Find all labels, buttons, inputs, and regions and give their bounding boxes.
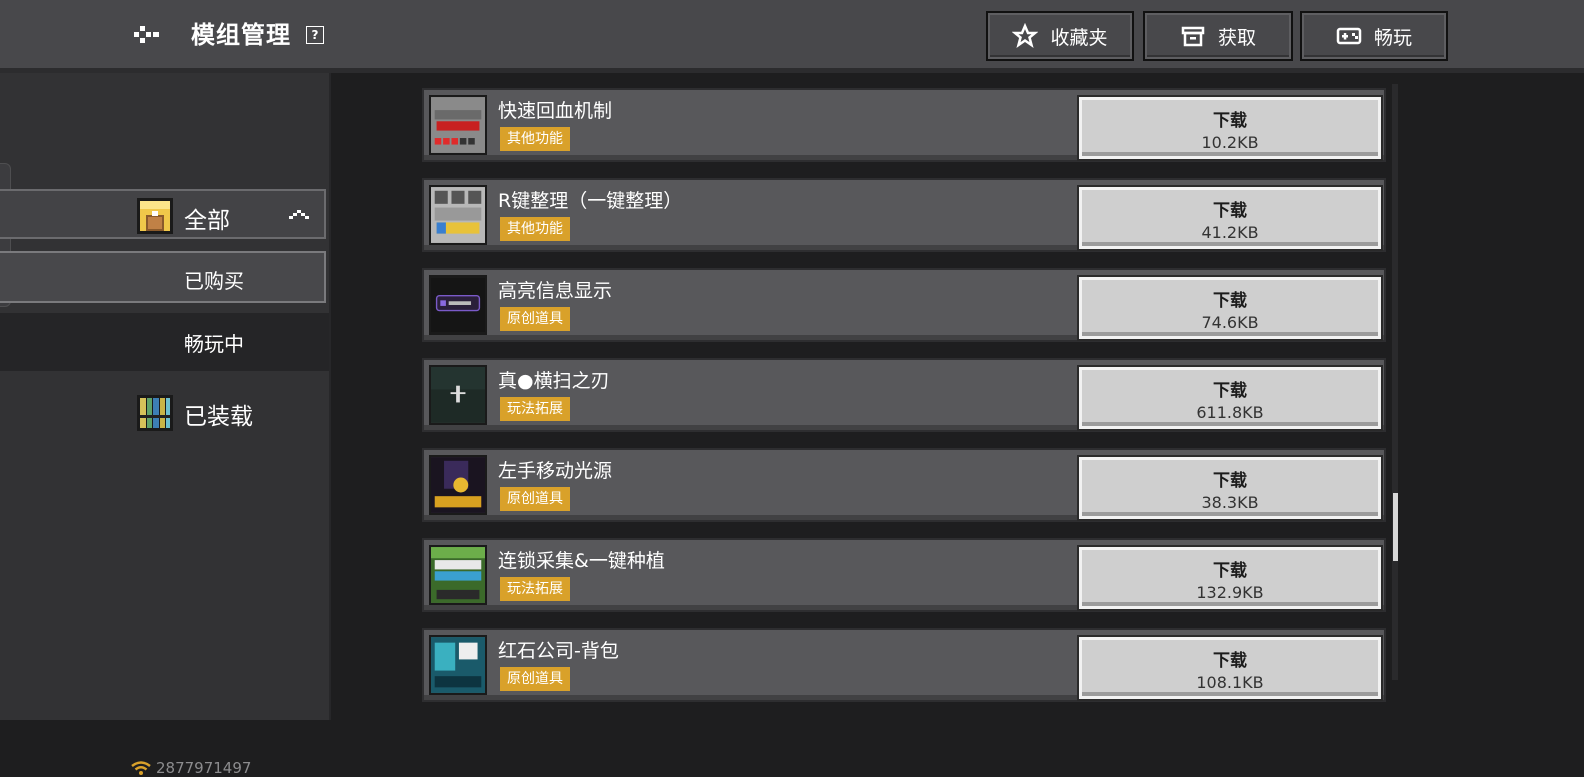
sidebar-item-bought[interactable]: 已购买 — [0, 251, 326, 303]
download-button[interactable]: 下载 132.9KB — [1077, 545, 1383, 611]
gamepad-icon — [1336, 27, 1362, 45]
chest-icon — [137, 198, 173, 234]
page-title: 模组管理 — [191, 21, 291, 49]
list-item[interactable]: R键整理（一键整理） 其他功能 下载 41.2KB — [422, 178, 1386, 252]
category-sidebar: 全部 已购买 畅玩中 已装载 2877971497 — [0, 73, 331, 777]
top-bar: 模组管理 ? 收藏夹 获取 畅玩 — [0, 0, 1584, 73]
get-label: 获取 — [1217, 26, 1256, 49]
list-item[interactable]: 左手移动光源 原创道具 下载 38.3KB — [422, 448, 1386, 522]
mod-list[interactable]: 快速回血机制 其他功能 下载 10.2KB R键整理（一键整理） 其他功能 下载… — [422, 88, 1386, 720]
help-icon[interactable]: ? — [306, 26, 324, 44]
mod-thumbnail — [429, 545, 487, 605]
mod-name: R键整理（一键整理） — [498, 190, 683, 212]
download-size: 38.3KB — [1201, 493, 1259, 512]
download-label: 下载 — [1213, 291, 1247, 311]
mod-category-tag: 原创道具 — [500, 667, 570, 691]
download-label: 下载 — [1213, 651, 1247, 671]
download-button[interactable]: 下载 38.3KB — [1077, 455, 1383, 521]
mod-category-tag: 其他功能 — [500, 127, 570, 151]
mod-name: 左手移动光源 — [498, 460, 613, 482]
box-icon — [1181, 26, 1205, 47]
download-size: 108.1KB — [1196, 673, 1264, 692]
bookshelf-icon — [137, 395, 173, 431]
sidebar-item-loaded[interactable]: 已装载 — [0, 391, 329, 435]
mod-name: 连锁采集&一键种植 — [498, 550, 665, 572]
list-item[interactable]: 快速回血机制 其他功能 下载 10.2KB — [422, 88, 1386, 162]
chevron-up-icon — [288, 207, 310, 221]
mod-name: 快速回血机制 — [498, 100, 613, 122]
mod-name: 红石公司-背包 — [498, 640, 619, 662]
play-button[interactable]: 畅玩 — [1300, 11, 1448, 61]
mod-category-tag: 玩法拓展 — [500, 397, 570, 421]
mod-thumbnail — [429, 365, 487, 425]
wifi-icon — [131, 761, 151, 775]
mod-category-tag: 其他功能 — [500, 217, 570, 241]
list-item[interactable]: 红石公司-背包 原创道具 下载 108.1KB — [422, 628, 1386, 702]
mod-name: 真●横扫之刃 — [498, 370, 610, 392]
download-label: 下载 — [1213, 111, 1247, 131]
mod-category-tag: 原创道具 — [500, 487, 570, 511]
mod-category-tag: 原创道具 — [500, 307, 570, 331]
download-size: 132.9KB — [1196, 583, 1264, 602]
mod-thumbnail — [429, 275, 487, 335]
download-label: 下载 — [1213, 201, 1247, 221]
list-item[interactable]: 连锁采集&一键种植 玩法拓展 下载 132.9KB — [422, 538, 1386, 612]
mod-category-tag: 玩法拓展 — [500, 577, 570, 601]
sidebar-item-all[interactable]: 全部 — [0, 189, 326, 239]
back-arrow-icon[interactable] — [128, 18, 168, 50]
sidebar-item-all-label: 全部 — [184, 208, 230, 234]
get-button[interactable]: 获取 — [1143, 11, 1293, 61]
star-icon — [1012, 23, 1039, 48]
download-label: 下载 — [1213, 381, 1247, 401]
download-label: 下载 — [1213, 471, 1247, 491]
mod-thumbnail — [429, 185, 487, 245]
favorites-label: 收藏夹 — [1050, 26, 1108, 49]
mod-thumbnail — [429, 635, 487, 695]
user-id: 2877971497 — [130, 759, 251, 777]
download-button[interactable]: 下载 108.1KB — [1077, 635, 1383, 701]
mod-thumbnail — [429, 95, 487, 155]
download-button[interactable]: 下载 611.8KB — [1077, 365, 1383, 431]
download-button[interactable]: 下载 10.2KB — [1077, 95, 1383, 161]
download-size: 10.2KB — [1201, 133, 1259, 152]
mod-name: 高亮信息显示 — [498, 280, 613, 302]
scrollbar-thumb[interactable] — [1393, 493, 1398, 561]
sidebar-item-loaded-label: 已装载 — [184, 404, 253, 430]
download-label: 下载 — [1213, 561, 1247, 581]
download-size: 74.6KB — [1201, 313, 1259, 332]
download-button[interactable]: 下载 74.6KB — [1077, 275, 1383, 341]
download-size: 611.8KB — [1196, 403, 1264, 422]
play-label: 畅玩 — [1373, 26, 1412, 49]
list-scrollbar[interactable] — [1392, 84, 1398, 680]
download-button[interactable]: 下载 41.2KB — [1077, 185, 1383, 251]
favorites-button[interactable]: 收藏夹 — [986, 11, 1134, 61]
sidebar-item-playing-label: 畅玩中 — [184, 332, 244, 356]
mod-thumbnail — [429, 455, 487, 515]
download-size: 41.2KB — [1201, 223, 1259, 242]
list-item[interactable]: 真●横扫之刃 玩法拓展 下载 611.8KB — [422, 358, 1386, 432]
list-item[interactable]: 高亮信息显示 原创道具 下载 74.6KB — [422, 268, 1386, 342]
sidebar-item-bought-label: 已购买 — [184, 269, 244, 293]
user-id-text: 2877971497 — [156, 759, 252, 777]
sidebar-item-playing[interactable]: 畅玩中 — [0, 313, 329, 371]
